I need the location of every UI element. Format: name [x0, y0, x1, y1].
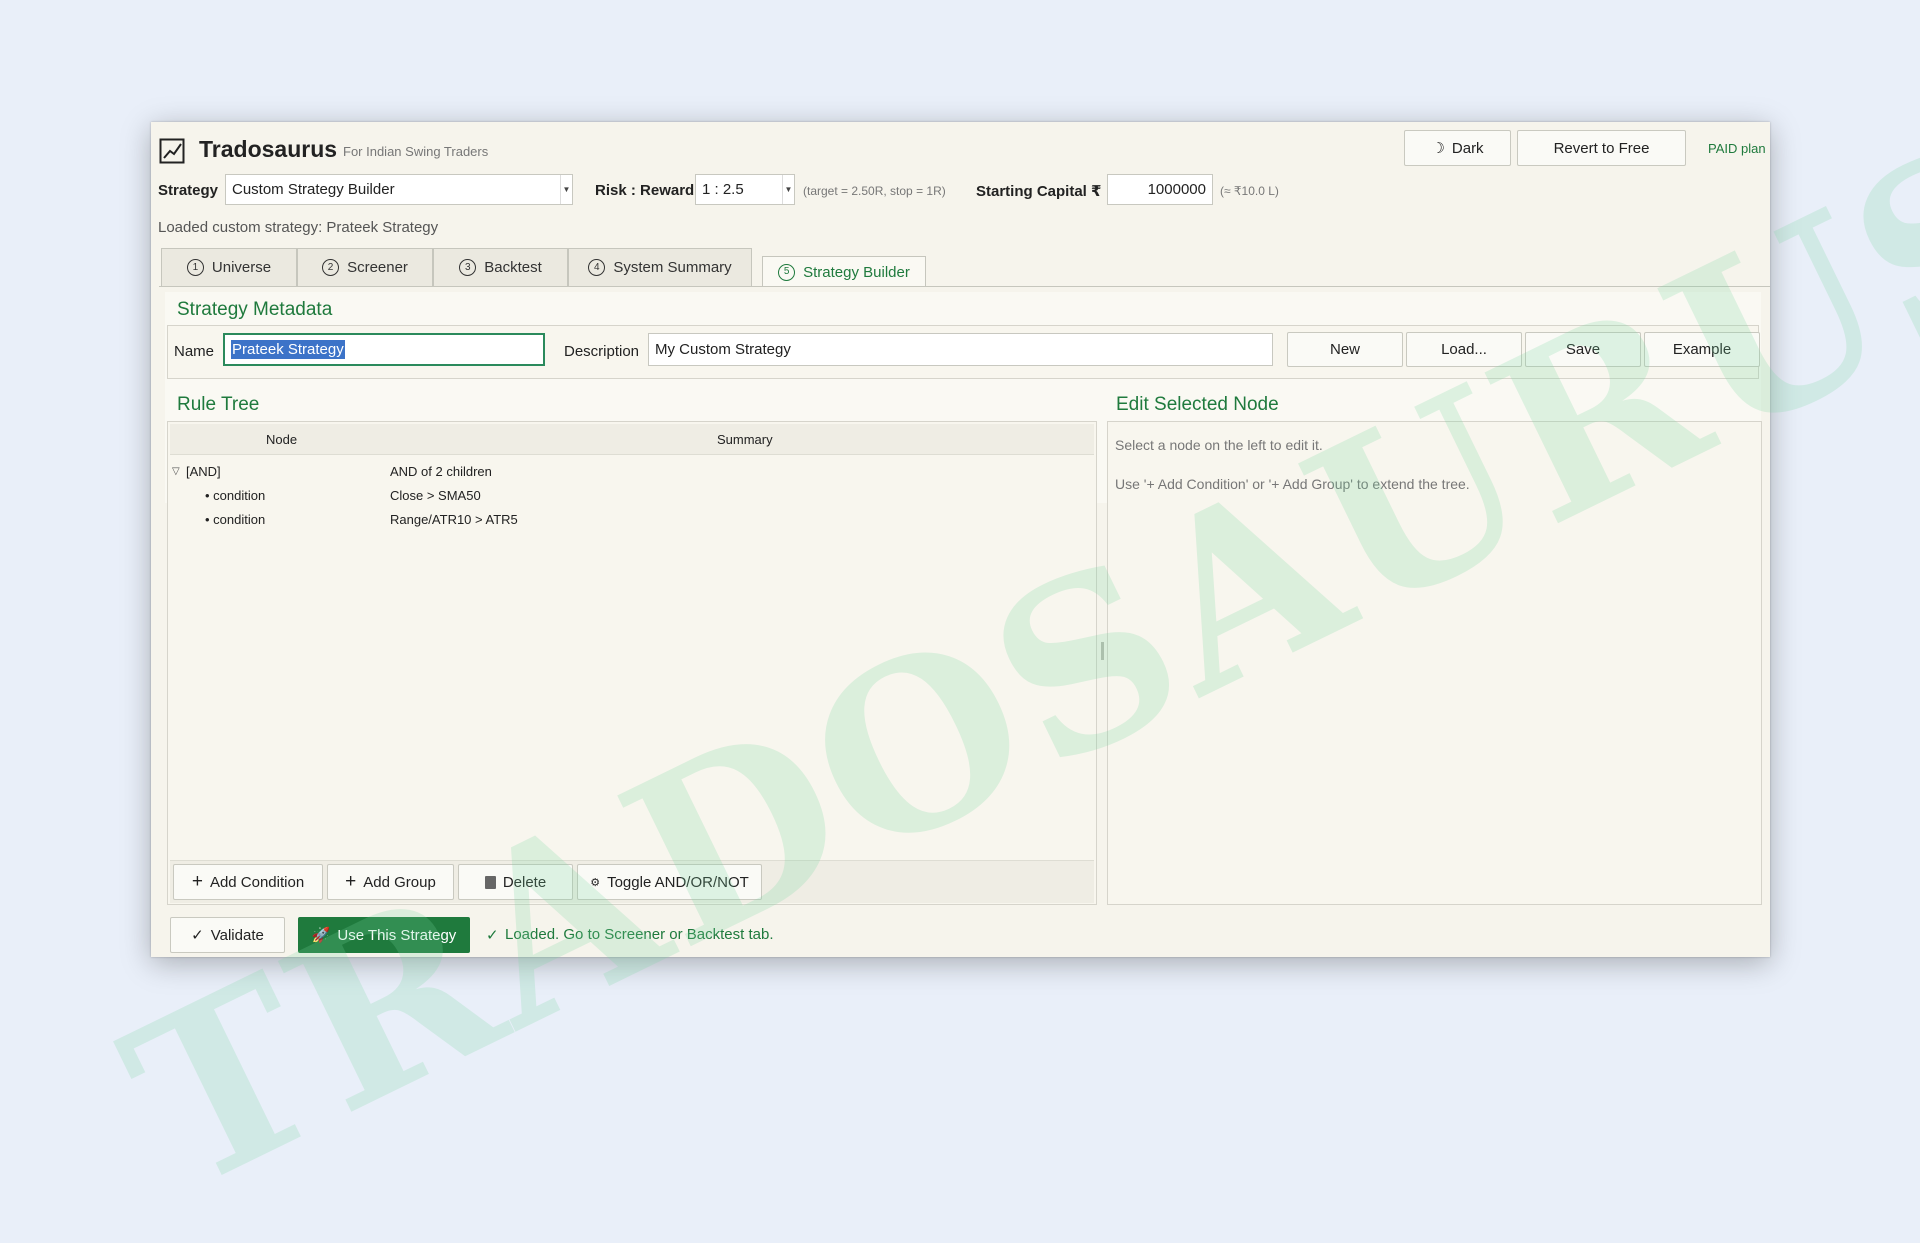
delete-button[interactable]: Delete	[458, 864, 573, 900]
rule-tree-panel: Node Summary ▽ [AND] AND of 2 children •…	[167, 421, 1097, 905]
dark-theme-button[interactable]: ☽ Dark	[1404, 130, 1511, 166]
risk-reward-select[interactable]: 1 : 2.5 ▼	[695, 174, 795, 205]
risk-reward-label: Risk : Reward	[595, 182, 695, 199]
tab-screener-label: Screener	[347, 259, 408, 276]
footer-check-icon: ✓	[486, 927, 499, 944]
plan-badge: PAID plan	[1708, 141, 1766, 156]
use-strategy-button[interactable]: 🚀 Use This Strategy	[298, 917, 470, 953]
edit-node-hint-1: Select a node on the left to edit it.	[1115, 437, 1323, 453]
starting-capital-label: Starting Capital ₹	[976, 183, 1102, 200]
strategy-label: Strategy	[158, 182, 219, 199]
risk-reward-value: 1 : 2.5	[702, 181, 744, 198]
validate-label: Validate	[210, 926, 264, 944]
moon-icon: ☽	[1431, 140, 1445, 157]
description-label: Description	[564, 343, 640, 360]
splitter-handle[interactable]	[1101, 642, 1104, 660]
tree-row[interactable]: • condition Range/ATR10 > ATR5	[172, 507, 1092, 531]
tab-number-2: 2	[322, 259, 340, 276]
chevron-down-icon: ▼	[782, 175, 794, 204]
tree-summary: AND of 2 children	[390, 463, 492, 479]
validate-button[interactable]: ✓ Validate	[170, 917, 285, 953]
name-label: Name	[174, 343, 215, 360]
add-group-button[interactable]: + Add Group	[327, 864, 454, 900]
tree-column-summary: Summary	[717, 432, 773, 447]
tree-row[interactable]: ▽ [AND] AND of 2 children	[172, 459, 1092, 483]
footer-message: Loaded. Go to Screener or Backtest tab.	[505, 926, 774, 943]
edit-node-panel: Select a node on the left to edit it. Us…	[1107, 421, 1762, 905]
edit-node-title: Edit Selected Node	[1116, 394, 1279, 415]
toggle-operator-label: Toggle AND/OR/NOT	[607, 873, 749, 891]
tree-summary: Range/ATR10 > ATR5	[390, 511, 518, 527]
use-strategy-label: Use This Strategy	[337, 926, 457, 944]
name-input-value: Prateek Strategy	[231, 340, 345, 359]
tab-number-1: 1	[186, 259, 204, 276]
starting-capital-input[interactable]: 1000000	[1107, 174, 1213, 205]
tab-number-4: 4	[588, 259, 606, 276]
tree-node: • condition	[205, 487, 266, 503]
save-button[interactable]: Save	[1525, 332, 1641, 367]
tab-screener[interactable]: 2 Screener	[297, 248, 433, 286]
tab-divider	[159, 286, 1770, 287]
tab-strategy-builder[interactable]: 5 Strategy Builder	[762, 256, 926, 287]
name-input[interactable]: Prateek Strategy	[223, 333, 545, 366]
tab-number-5: 5	[778, 263, 796, 281]
add-group-label: Add Group	[363, 873, 436, 891]
revert-to-free-button[interactable]: Revert to Free	[1517, 130, 1686, 166]
gear-icon: ⚙	[590, 876, 601, 889]
tree-header	[170, 424, 1094, 455]
delete-label: Delete	[502, 873, 547, 891]
plus-icon: +	[345, 871, 357, 892]
tab-system-summary[interactable]: 4 System Summary	[568, 248, 752, 286]
tree-node: [AND]	[186, 463, 221, 479]
tab-backtest-label: Backtest	[484, 259, 542, 276]
load-button[interactable]: Load...	[1406, 332, 1522, 367]
tree-row[interactable]: • condition Close > SMA50	[172, 483, 1092, 507]
app-window: Tradosaurus For Indian Swing Traders ☽ D…	[151, 122, 1770, 957]
dark-theme-label: Dark	[1451, 139, 1484, 157]
app-subtitle: For Indian Swing Traders	[343, 144, 489, 159]
tree-column-node: Node	[266, 432, 298, 447]
description-input-value: My Custom Strategy	[655, 341, 791, 358]
tab-number-3: 3	[459, 259, 477, 276]
tab-system-summary-label: System Summary	[613, 259, 732, 276]
tree-node: • condition	[205, 511, 266, 527]
starting-capital-note: (≈ ₹10.0 L)	[1220, 184, 1279, 198]
logo-chart-icon	[159, 138, 185, 164]
rocket-icon: 🚀	[311, 927, 331, 944]
description-input[interactable]: My Custom Strategy	[648, 333, 1273, 366]
rule-tree-title: Rule Tree	[177, 394, 260, 415]
example-button[interactable]: Example	[1644, 332, 1760, 367]
tab-backtest[interactable]: 3 Backtest	[433, 248, 568, 286]
tab-universe-label: Universe	[211, 259, 272, 276]
tree-summary: Close > SMA50	[390, 487, 481, 503]
tab-strategy-builder-label: Strategy Builder	[803, 263, 910, 281]
toggle-operator-button[interactable]: ⚙ Toggle AND/OR/NOT	[577, 864, 762, 900]
trash-icon	[484, 875, 496, 889]
status-line: Loaded custom strategy: Prateek Strategy	[158, 219, 439, 236]
check-icon: ✓	[191, 927, 204, 944]
strategy-select-value: Custom Strategy Builder	[232, 181, 395, 198]
app-title: Tradosaurus	[199, 136, 338, 162]
strategy-select[interactable]: Custom Strategy Builder ▼	[225, 174, 573, 205]
tab-universe[interactable]: 1 Universe	[161, 248, 297, 286]
collapse-icon[interactable]: ▽	[172, 466, 184, 477]
risk-reward-note: (target = 2.50R, stop = 1R)	[803, 184, 946, 198]
metadata-title: Strategy Metadata	[177, 299, 333, 320]
add-condition-label: Add Condition	[209, 873, 305, 891]
edit-node-hint-2: Use '+ Add Condition' or '+ Add Group' t…	[1115, 476, 1470, 492]
new-button[interactable]: New	[1287, 332, 1403, 367]
starting-capital-value: 1000000	[1147, 181, 1206, 198]
add-condition-button[interactable]: + Add Condition	[173, 864, 323, 900]
plus-icon: +	[191, 871, 203, 892]
chevron-down-icon: ▼	[560, 175, 572, 204]
